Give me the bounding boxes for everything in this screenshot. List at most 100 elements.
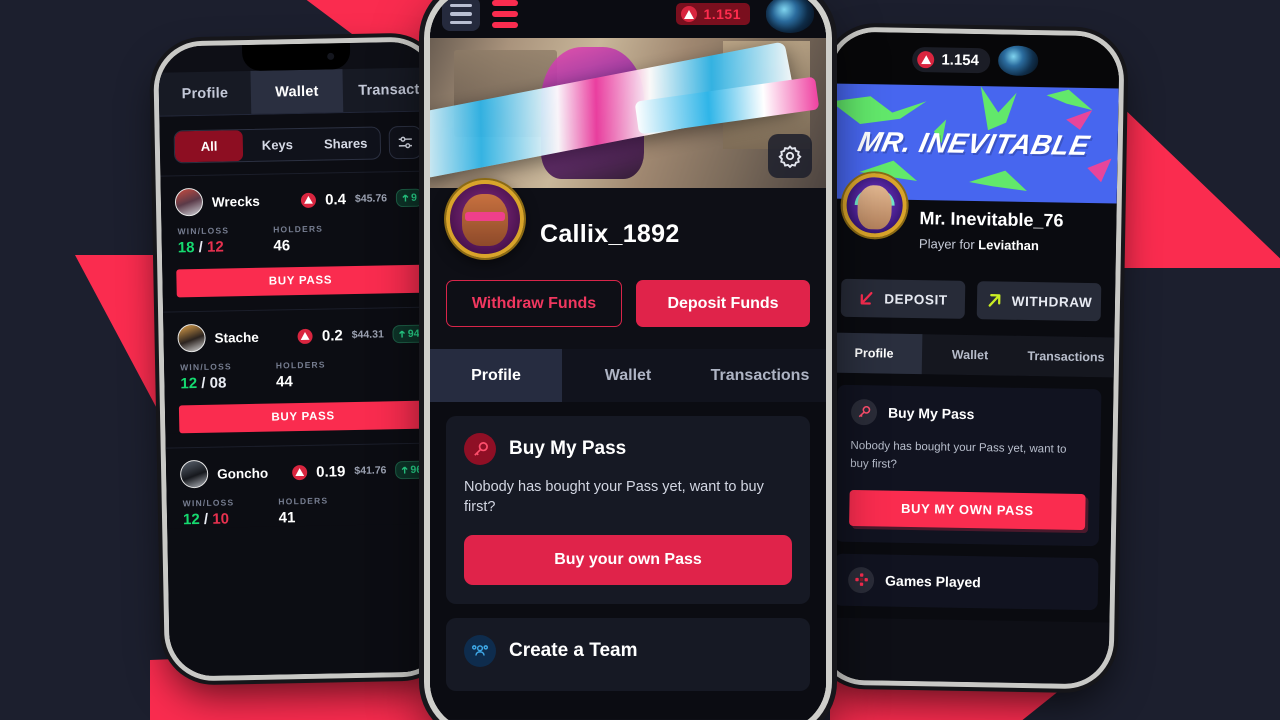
- amount-value: 0.4: [324, 190, 347, 209]
- avatar: [177, 323, 206, 353]
- deposit-funds-button[interactable]: Deposit Funds: [636, 280, 810, 327]
- losses-value: 12: [206, 238, 224, 256]
- wins-value: 18: [177, 239, 195, 257]
- center-tab-bar: Profile Wallet Transactions: [430, 349, 826, 402]
- table-row[interactable]: Stache 0.2 $44.31 94 WIN/LOSS 12 / 08 HO…: [163, 306, 442, 434]
- tab-wallet[interactable]: Wallet: [250, 69, 344, 114]
- tab-profile[interactable]: Profile: [430, 349, 562, 402]
- tab-wallet[interactable]: Wallet: [562, 349, 694, 402]
- buy-my-pass-card: Buy My Pass Nobody has bought your Pass …: [446, 416, 810, 605]
- right-profile-section: Mr. Inevitable_76 Player for Leviathan D…: [826, 172, 1117, 338]
- right-tab-bar: Profile Wallet Transactions: [825, 332, 1115, 378]
- player-name: Stache: [214, 329, 259, 346]
- segmented-filter: All Keys Shares: [173, 126, 382, 164]
- change-value: 96: [410, 463, 423, 476]
- amount-value: 0.19: [315, 462, 346, 481]
- right-phone-mockup: 1.154 MR. INEVITABLE Mr. Inevitable_76 P…: [820, 31, 1120, 685]
- withdraw-button[interactable]: WITHDRAW: [976, 281, 1102, 322]
- deposit-label: DEPOSIT: [884, 290, 948, 308]
- buy-pass-button[interactable]: BUY PASS: [176, 264, 425, 298]
- right-phone-screen: 1.154 MR. INEVITABLE Mr. Inevitable_76 P…: [820, 31, 1120, 685]
- left-tab-bar: Profile Wallet Transact: [158, 67, 436, 117]
- team-icon: [464, 635, 496, 668]
- player-role: Player for Leviathan: [919, 236, 1063, 254]
- filter-bar: All Keys Shares: [159, 111, 436, 175]
- card-header: Buy My Pass: [464, 433, 792, 465]
- holders-label: HOLDERS: [275, 359, 326, 371]
- usd-value: $45.76: [354, 192, 388, 205]
- center-header: 1.151: [430, 0, 826, 38]
- hero-banner-image: [430, 38, 826, 188]
- holders-value: 41: [278, 509, 296, 527]
- create-team-card: Create a Team: [446, 618, 810, 692]
- notch: [241, 43, 351, 72]
- winloss-stat: WIN/LOSS 18 / 12: [177, 225, 229, 256]
- filter-shares[interactable]: Shares: [311, 127, 380, 159]
- buy-pass-button[interactable]: BUY PASS: [178, 400, 428, 434]
- profile-row: Mr. Inevitable_76 Player for Leviathan: [841, 172, 1102, 282]
- holders-stat: HOLDERS 41: [278, 496, 329, 527]
- center-content: Buy My Pass Nobody has bought your Pass …: [430, 402, 826, 720]
- winloss-label: WIN/LOSS: [177, 225, 230, 237]
- fund-actions: DEPOSIT WITHDRAW: [840, 277, 1102, 338]
- games-played-card[interactable]: Games Played: [833, 553, 1099, 610]
- key-icon: [464, 433, 496, 465]
- player-name: Wrecks: [211, 193, 260, 210]
- card-subtitle: Nobody has bought your Pass yet, want to…: [850, 439, 1067, 471]
- change-badge: 96: [395, 460, 429, 480]
- holders-value: 44: [275, 373, 293, 391]
- center-phone-mockup: 1.151 Callix_1892 Withdraw Funds Deposit…: [430, 0, 826, 720]
- page-title: Mr. Inevitable_76: [919, 208, 1064, 231]
- wins-value: 12: [180, 375, 198, 393]
- tab-transactions[interactable]: Transactions: [1018, 336, 1115, 378]
- tab-profile[interactable]: Profile: [825, 332, 923, 375]
- avax-coin-icon: [681, 6, 698, 22]
- card-header: Create a Team: [464, 635, 792, 668]
- tab-profile[interactable]: Profile: [158, 71, 251, 116]
- profile-row: Callix_1892: [446, 180, 810, 280]
- winloss-value: 12 / 10: [182, 510, 230, 529]
- right-content: Buy My Pass Nobody has bought your Pass …: [821, 372, 1114, 623]
- change-badge: 94: [392, 324, 426, 344]
- balance-badge[interactable]: 1.151: [676, 3, 750, 25]
- avax-coin-icon: [300, 192, 317, 208]
- change-badge: 9: [395, 188, 424, 208]
- table-row[interactable]: Goncho 0.19 $41.76 96 WIN/LOSS 12 / 10 H…: [165, 442, 444, 529]
- balance-value: 1.154: [941, 50, 980, 69]
- hamburger-menu-icon[interactable]: [442, 0, 480, 31]
- losses-value: 10: [212, 510, 230, 528]
- red-triangle-right: [1110, 100, 1280, 268]
- row-stats: WIN/LOSS 12 / 08 HOLDERS 44: [178, 348, 427, 393]
- balance-badge[interactable]: 1.154: [912, 46, 991, 73]
- buy-my-own-pass-button[interactable]: BUY MY OWN PASS: [849, 489, 1086, 530]
- withdraw-label: WITHDRAW: [1011, 293, 1093, 310]
- wins-value: 12: [182, 510, 200, 529]
- balance-value: 1.151: [703, 6, 741, 22]
- left-phone-body: All Keys Shares Wrecks 0.4 $45.76 9 WIN/…: [159, 111, 447, 677]
- withdraw-funds-button[interactable]: Withdraw Funds: [446, 280, 622, 327]
- center-profile-section: Callix_1892 Withdraw Funds Deposit Funds: [430, 180, 826, 349]
- card-title: Buy My Pass: [509, 438, 627, 459]
- page-title: Callix_1892: [540, 219, 680, 248]
- winloss-stat: WIN/LOSS 12 / 08: [180, 361, 232, 392]
- avatar: [179, 459, 209, 489]
- filter-all[interactable]: All: [174, 130, 244, 163]
- deposit-button[interactable]: DEPOSIT: [840, 278, 966, 319]
- sliders-icon[interactable]: [388, 125, 423, 160]
- tab-transactions[interactable]: Transactions: [694, 349, 826, 402]
- team-banner-text: MR. INEVITABLE: [855, 125, 1093, 161]
- row-stats: WIN/LOSS 18 / 12 HOLDERS 46: [175, 212, 424, 257]
- tab-transactions[interactable]: Transact: [342, 67, 435, 112]
- winloss-label: WIN/LOSS: [180, 361, 232, 373]
- gear-icon[interactable]: [768, 134, 812, 178]
- buy-your-own-pass-button[interactable]: Buy your own Pass: [464, 535, 792, 586]
- red-list-icon[interactable]: [492, 0, 518, 28]
- filter-keys[interactable]: Keys: [243, 129, 312, 161]
- tab-wallet[interactable]: Wallet: [922, 334, 1019, 376]
- usd-value: $44.31: [351, 328, 384, 342]
- holders-label: HOLDERS: [278, 495, 329, 507]
- avax-coin-icon: [917, 50, 935, 68]
- avatar: [446, 180, 524, 258]
- table-row[interactable]: Wrecks 0.4 $45.76 9 WIN/LOSS 18 / 12 HOL…: [160, 170, 439, 298]
- left-phone-screen: Profile Wallet Transact All Keys Shares: [157, 41, 447, 677]
